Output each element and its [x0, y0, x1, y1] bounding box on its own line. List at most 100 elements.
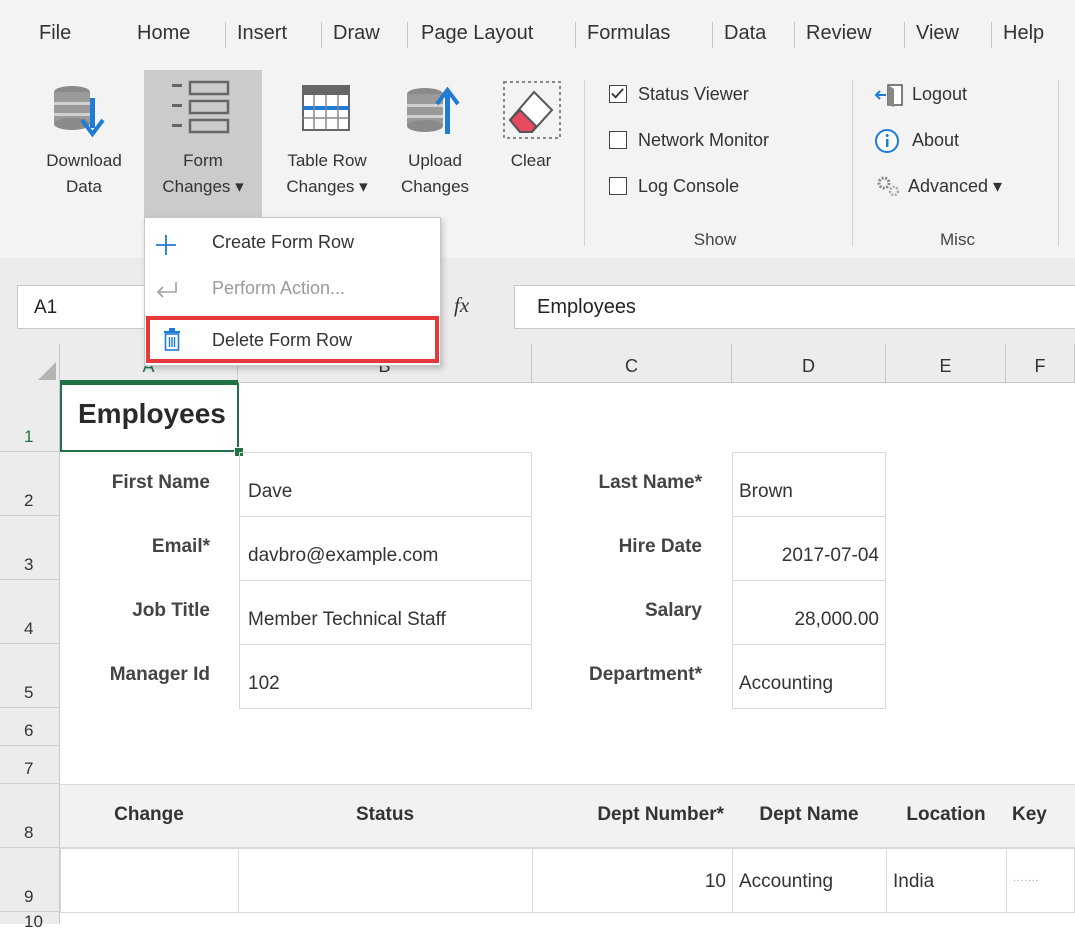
form-changes-label-1: Form	[183, 151, 223, 170]
row-header-6-label: 6	[24, 721, 34, 740]
advanced-button[interactable]: Advanced ▾	[874, 173, 1044, 201]
selected-cell-a1[interactable]	[60, 383, 239, 452]
table-row-changes-button[interactable]: Table Row Changes ▾	[263, 70, 391, 216]
menu-view[interactable]: View	[916, 22, 959, 45]
show-group-label: Show	[693, 230, 737, 249]
network-monitor-label[interactable]: Network Monitor	[638, 130, 769, 151]
select-all-button[interactable]	[0, 344, 60, 382]
menu-draw[interactable]: Draw	[333, 22, 380, 45]
salary-label: Salary	[644, 600, 702, 621]
status-viewer-label[interactable]: Status Viewer	[638, 84, 749, 105]
table-cell-dept-number[interactable]: 10	[532, 848, 733, 913]
about-button[interactable]: About	[874, 127, 1034, 155]
table-header-dept-name[interactable]: Dept Name	[732, 804, 886, 826]
job-title-label: Job Title	[132, 600, 210, 621]
group-separator	[1058, 80, 1059, 246]
table-icon	[302, 85, 350, 131]
database-upload-icon	[407, 86, 460, 134]
row-header-10[interactable]: 10	[0, 912, 60, 931]
table-header-location[interactable]: Location	[886, 804, 1006, 826]
gears-icon	[877, 176, 900, 197]
table-cell-change[interactable]	[60, 848, 239, 913]
table-cell-status[interactable]	[238, 848, 533, 913]
column-header-c[interactable]: C	[532, 344, 732, 382]
menu-separator	[225, 22, 226, 48]
row-header-5-label: 5	[24, 683, 34, 702]
log-console-checkbox[interactable]	[609, 177, 627, 195]
salary-cell[interactable]: 28,000.00	[732, 580, 886, 645]
row-header-5[interactable]: 5	[0, 644, 60, 708]
log-console-label[interactable]: Log Console	[638, 176, 739, 197]
form-rows-icon	[172, 80, 230, 134]
group-separator	[584, 80, 585, 246]
row-header-6[interactable]: 6	[0, 708, 60, 746]
row-header-8-label: 8	[24, 823, 34, 842]
department-label: Department*	[589, 664, 702, 685]
clear-button[interactable]: Clear	[490, 70, 572, 216]
misc-group-label: Misc	[940, 230, 975, 249]
row-header-4[interactable]: 4	[0, 580, 60, 644]
first-name-label: First Name	[111, 472, 210, 493]
manager-id-cell[interactable]: 102	[239, 644, 532, 709]
network-monitor-checkbox[interactable]	[609, 131, 627, 149]
form-changes-button[interactable]: Form Changes ▾	[144, 70, 262, 217]
insert-function-button[interactable]: fx	[440, 285, 512, 329]
column-header-e[interactable]: E	[886, 344, 1006, 382]
hire-date-cell[interactable]: 2017-07-04	[732, 516, 886, 581]
table-header-dept-number[interactable]: Dept Number*	[532, 804, 732, 826]
menu-separator	[794, 22, 795, 48]
last-name-cell[interactable]: Brown	[732, 452, 886, 517]
row-header-2[interactable]: 2	[0, 452, 60, 516]
table-cell-key[interactable]: .......	[1006, 848, 1075, 913]
row-header-8[interactable]: 8	[0, 784, 60, 848]
menu-formulas[interactable]: Formulas	[587, 22, 670, 45]
eraser-icon	[503, 81, 561, 139]
menu-bar: File Home Insert Draw Page Layout Formul…	[0, 0, 1075, 70]
delete-form-row-item[interactable]: Delete Form Row	[146, 316, 439, 363]
menu-separator	[575, 22, 576, 48]
column-header-d[interactable]: D	[732, 344, 886, 382]
menu-page-layout[interactable]: Page Layout	[421, 22, 533, 45]
menu-review[interactable]: Review	[806, 22, 872, 45]
fx-icon: fx	[454, 293, 470, 317]
menu-file[interactable]: File	[39, 22, 71, 45]
row-header-10-label: 10	[24, 912, 43, 931]
upload-changes-button[interactable]: Upload Changes	[385, 70, 485, 216]
menu-separator	[991, 22, 992, 48]
table-cell-location[interactable]: India	[886, 848, 1007, 913]
row-header-9[interactable]: 9	[0, 848, 60, 912]
job-title-cell[interactable]: Member Technical Staff	[239, 580, 532, 645]
create-form-row-item[interactable]: Create Form Row	[146, 224, 439, 266]
create-form-row-label: Create Form Row	[212, 232, 355, 252]
plus-icon	[156, 235, 176, 255]
download-data-button[interactable]: Download Data	[22, 70, 146, 216]
row-header-2-label: 2	[24, 491, 34, 510]
logout-label: Logout	[912, 84, 968, 104]
group-separator	[852, 80, 853, 246]
menu-data[interactable]: Data	[724, 22, 766, 45]
trash-icon	[164, 328, 180, 351]
menu-insert[interactable]: Insert	[237, 22, 287, 45]
column-header-f[interactable]: F	[1006, 344, 1075, 382]
department-cell[interactable]: Accounting	[732, 644, 886, 709]
row-header-4-label: 4	[24, 619, 34, 638]
menu-home[interactable]: Home	[137, 22, 190, 45]
table-header-key[interactable]: Key	[1006, 804, 1075, 826]
delete-form-row-label: Delete Form Row	[212, 330, 353, 350]
checkmark-icon	[611, 88, 624, 99]
table-cell-dept-name[interactable]: Accounting	[732, 848, 887, 913]
logout-icon	[874, 84, 903, 107]
menu-separator	[712, 22, 713, 48]
row-header-3[interactable]: 3	[0, 516, 60, 580]
email-cell[interactable]: davbro@example.com	[239, 516, 532, 581]
row-header-7[interactable]: 7	[0, 746, 60, 784]
logout-button[interactable]: Logout	[874, 82, 1034, 110]
download-label-1: Download	[46, 151, 122, 170]
table-header-change[interactable]: Change	[60, 804, 238, 826]
table-header-status[interactable]: Status	[238, 804, 532, 826]
first-name-cell[interactable]: Dave	[239, 452, 532, 517]
status-viewer-checkbox[interactable]	[609, 85, 627, 103]
menu-help[interactable]: Help	[1003, 22, 1044, 45]
row-header-1-label: 1	[24, 427, 34, 446]
row-header-1[interactable]: 1	[0, 382, 60, 452]
